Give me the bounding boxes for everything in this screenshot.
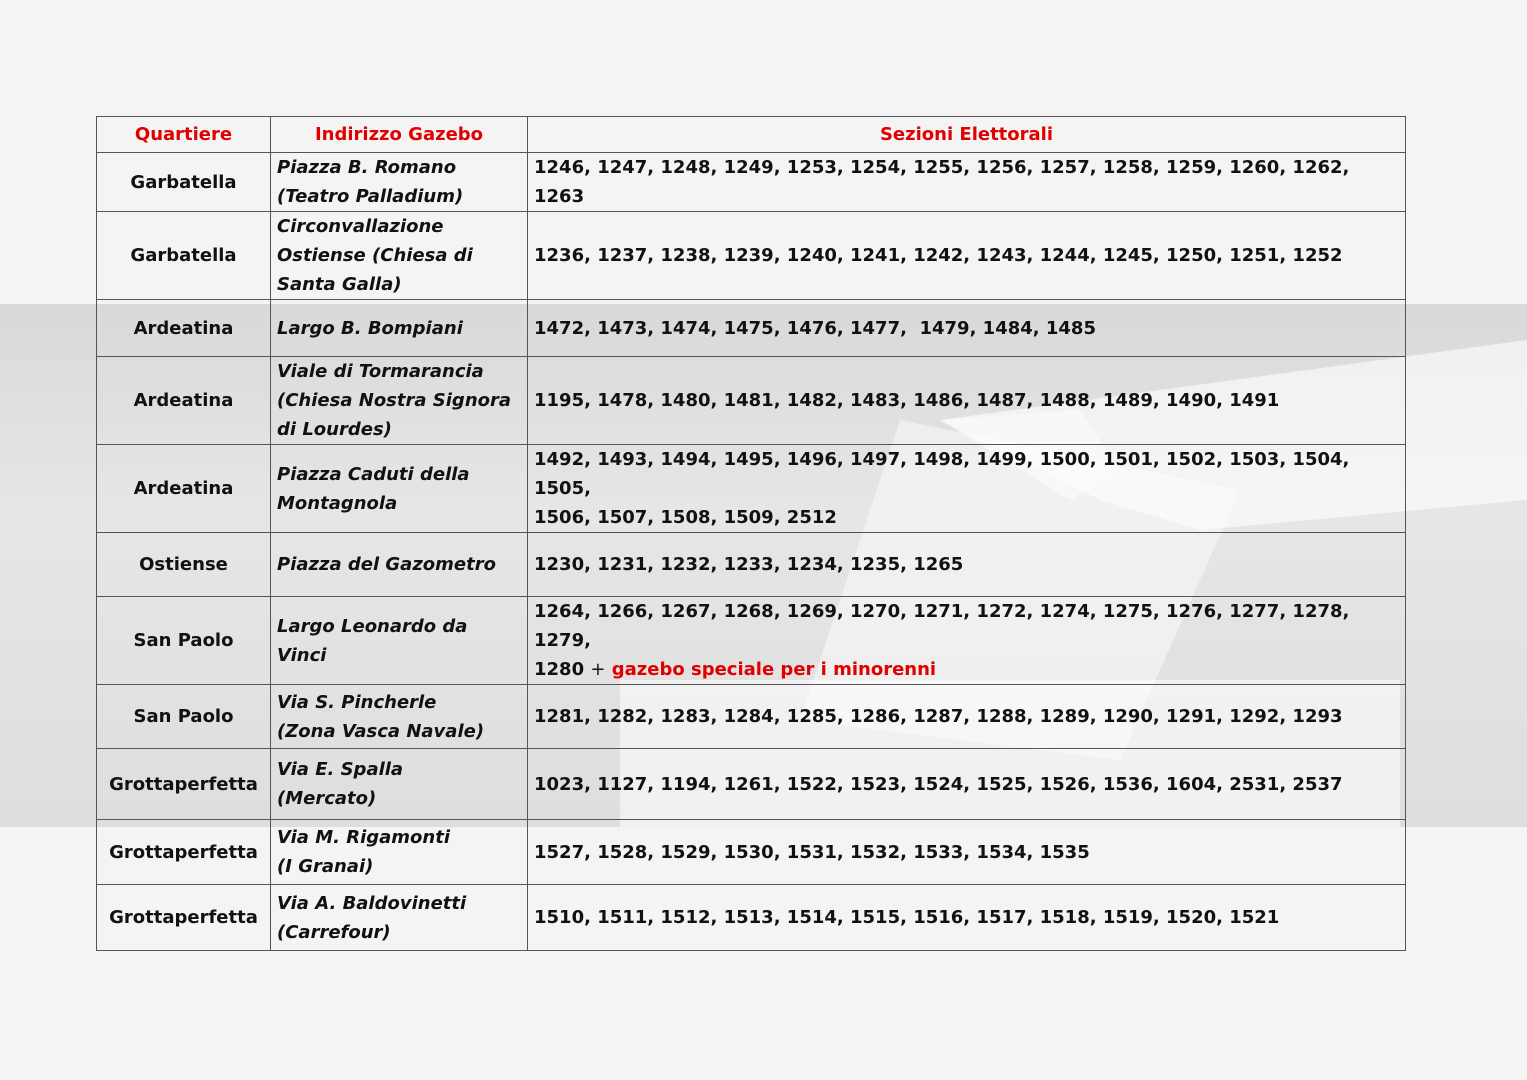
address-cell: Piazza del Gazometro	[270, 532, 528, 597]
address-line: Piazza Caduti della	[277, 463, 470, 485]
address-line: Ostiense (Chiesa di	[277, 245, 473, 266]
address-line: (Carrefour)	[277, 921, 391, 943]
quartiere-cell: Grottaperfetta	[96, 748, 271, 820]
sections-line: 1527, 1528, 1529, 1530, 1531, 1532, 1533…	[534, 841, 1090, 863]
table-header-row: Quartiere Indirizzo Gazebo Sezioni Elett…	[96, 116, 1406, 153]
sections-line: 1280	[534, 659, 585, 680]
address-line: Via S. Pincherle	[277, 691, 437, 713]
quartiere-cell: Ardeatina	[96, 299, 271, 357]
quartiere-cell: Garbatella	[96, 211, 271, 300]
table-row: Ardeatina Largo B. Bompiani 1472, 1473, …	[96, 299, 1406, 357]
sections-cell: 1264, 1266, 1267, 1268, 1269, 1270, 1271…	[527, 596, 1406, 685]
address-line: Largo B. Bompiani	[277, 317, 463, 339]
address-line: Santa Galla)	[277, 274, 402, 295]
table-row: Grottaperfetta Via A. Baldovinetti (Carre…	[96, 884, 1406, 951]
sections-cell: 1230, 1231, 1232, 1233, 1234, 1235, 1265	[527, 532, 1406, 597]
sections-line: 1472, 1473, 1474, 1475, 1476, 1477, 1479…	[534, 317, 1096, 339]
address-cell: Via E. Spalla (Mercato)	[270, 748, 528, 820]
address-line: di Lourdes)	[277, 419, 392, 440]
quartiere-cell: Grottaperfetta	[96, 819, 271, 885]
address-line: Largo Leonardo da	[277, 615, 468, 637]
table-row: Ardeatina Piazza Caduti della Montagnola …	[96, 444, 1406, 533]
sections-cell: 1236, 1237, 1238, 1239, 1240, 1241, 1242…	[527, 211, 1406, 300]
address-cell: Largo Leonardo da Vinci	[270, 596, 528, 685]
sections-cell: 1246, 1247, 1248, 1249, 1253, 1254, 1255…	[527, 152, 1406, 212]
address-cell: Largo B. Bompiani	[270, 299, 528, 357]
table-row: Ostiense Piazza del Gazometro 1230, 1231…	[96, 532, 1406, 597]
table-row: Grottaperfetta Via M. Rigamonti (I Granai…	[96, 819, 1406, 885]
sections-line: 1281, 1282, 1283, 1284, 1285, 1286, 1287…	[534, 706, 1343, 727]
special-gazebo-note: gazebo speciale per i minorenni	[611, 659, 937, 680]
address-line: Piazza B. Romano	[277, 157, 457, 178]
sections-table: Quartiere Indirizzo Gazebo Sezioni Elett…	[96, 116, 1406, 951]
sections-line: 1246, 1247, 1248, 1249, 1253, 1254, 1255…	[534, 157, 1350, 207]
address-cell: Via A. Baldovinetti (Carrefour)	[270, 884, 528, 951]
sections-line: 1510, 1511, 1512, 1513, 1514, 1515, 1516…	[534, 907, 1280, 928]
address-line: (Chiesa Nostra Signora	[277, 390, 512, 411]
sections-line: 1195, 1478, 1480, 1481, 1482, 1483, 1486…	[534, 390, 1280, 411]
address-line: Via E. Spalla	[277, 759, 404, 780]
sections-line: 1264, 1266, 1267, 1268, 1269, 1270, 1271…	[534, 601, 1350, 651]
sections-line: 1236, 1237, 1238, 1239, 1240, 1241, 1242…	[534, 245, 1343, 266]
sections-cell: 1472, 1473, 1474, 1475, 1476, 1477, 1479…	[527, 299, 1406, 357]
sections-cell: 1510, 1511, 1512, 1513, 1514, 1515, 1516…	[527, 884, 1406, 951]
sections-line: 1230, 1231, 1232, 1233, 1234, 1235, 1265	[534, 554, 964, 575]
sections-cell: 1527, 1528, 1529, 1530, 1531, 1532, 1533…	[527, 819, 1406, 885]
plus-sign: +	[590, 659, 606, 680]
sections-line: 1506, 1507, 1508, 1509, 2512	[534, 507, 837, 528]
address-cell: Piazza B. Romano (Teatro Palladium)	[270, 152, 528, 212]
quartiere-cell: Garbatella	[96, 152, 271, 212]
quartiere-cell: Grottaperfetta	[96, 884, 271, 951]
address-line: Via A. Baldovinetti	[277, 892, 467, 914]
quartiere-cell: Ardeatina	[96, 356, 271, 445]
sections-cell: 1492, 1493, 1494, 1495, 1496, 1497, 1498…	[527, 444, 1406, 533]
address-line: Piazza del Gazometro	[277, 554, 496, 575]
sections-cell: 1023, 1127, 1194, 1261, 1522, 1523, 1524…	[527, 748, 1406, 820]
sections-cell: 1195, 1478, 1480, 1481, 1482, 1483, 1486…	[527, 356, 1406, 445]
quartiere-cell: Ostiense	[96, 532, 271, 597]
address-line: Via M. Rigamonti	[277, 827, 450, 848]
address-line: Circonvallazione	[277, 216, 444, 237]
address-cell: Via S. Pincherle (Zona Vasca Navale)	[270, 684, 528, 749]
sections-cell: 1281, 1282, 1283, 1284, 1285, 1286, 1287…	[527, 684, 1406, 749]
table-row: San Paolo Via S. Pincherle (Zona Vasca Na…	[96, 684, 1406, 749]
address-cell: Via M. Rigamonti (I Granai)	[270, 819, 528, 885]
table-row: Ardeatina Viale di Tormarancia (Chiesa No…	[96, 356, 1406, 445]
table-row: San Paolo Largo Leonardo da Vinci 1264, 1…	[96, 596, 1406, 685]
quartiere-cell: Ardeatina	[96, 444, 271, 533]
address-line: (I Granai)	[277, 856, 374, 877]
address-line: (Mercato)	[277, 788, 377, 809]
table-row: Garbatella Circonvallazione Ostiense (Chi…	[96, 211, 1406, 300]
address-cell: Piazza Caduti della Montagnola	[270, 444, 528, 533]
address-line: Montagnola	[277, 492, 398, 514]
address-line: (Teatro Palladium)	[277, 186, 464, 207]
header-sezioni: Sezioni Elettorali	[527, 116, 1406, 153]
table-row: Grottaperfetta Via E. Spalla (Mercato) 10…	[96, 748, 1406, 820]
sections-line: 1023, 1127, 1194, 1261, 1522, 1523, 1524…	[534, 773, 1343, 795]
header-indirizzo: Indirizzo Gazebo	[270, 116, 528, 153]
table-row: Garbatella Piazza B. Romano (Teatro Palla…	[96, 152, 1406, 212]
quartiere-cell: San Paolo	[96, 596, 271, 685]
address-cell: Circonvallazione Ostiense (Chiesa di Santa…	[270, 211, 528, 300]
address-line: Vinci	[277, 644, 327, 666]
address-line: Viale di Tormarancia	[277, 361, 484, 382]
header-quartiere: Quartiere	[96, 116, 271, 153]
address-line: (Zona Vasca Navale)	[277, 720, 485, 742]
address-cell: Viale di Tormarancia (Chiesa Nostra Signo…	[270, 356, 528, 445]
quartiere-cell: San Paolo	[96, 684, 271, 749]
sections-line: 1492, 1493, 1494, 1495, 1496, 1497, 1498…	[534, 449, 1350, 499]
